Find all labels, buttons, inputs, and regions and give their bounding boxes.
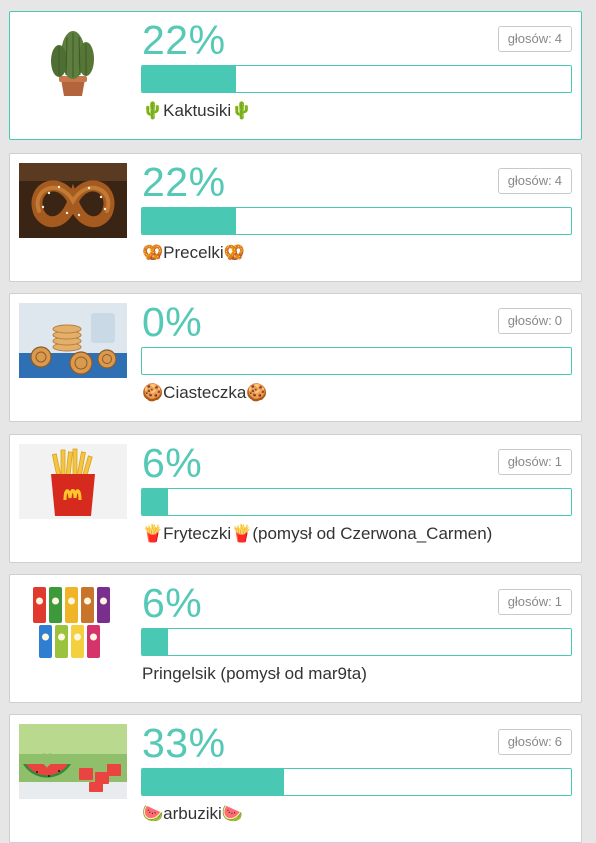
vote-percent: 0% xyxy=(142,299,203,345)
poll-option-card[interactable]: 6% głosów: 1 🍟Fryteczki🍟(pomysł od Czerwo… xyxy=(9,434,582,563)
pringles-image xyxy=(19,584,127,659)
option-label: 🌵Kaktusiki🌵 xyxy=(142,101,253,120)
watermelon-image xyxy=(19,724,127,799)
votes-count: 0 xyxy=(554,313,562,328)
progress-bar xyxy=(141,347,572,375)
votes-count-badge: głosów: 1 xyxy=(497,449,572,475)
votes-count: 6 xyxy=(554,734,562,749)
votes-label: głosów: xyxy=(507,594,552,609)
progress-bar xyxy=(141,768,572,796)
vote-percent: 6% xyxy=(142,440,203,486)
option-label: Pringelsik (pomysł od mar9ta) xyxy=(142,664,367,683)
option-label: 🥨Precelki🥨 xyxy=(142,243,245,262)
cactus-image xyxy=(19,21,127,96)
progress-bar xyxy=(141,65,572,93)
votes-count: 1 xyxy=(554,454,562,469)
votes-label: głosów: xyxy=(507,454,552,469)
progress-bar xyxy=(141,207,572,235)
votes-count-badge: głosów: 6 xyxy=(497,729,572,755)
poll-option-card[interactable]: 22% głosów: 4 🌵Kaktusiki🌵 xyxy=(9,11,582,140)
progress-bar xyxy=(141,488,572,516)
votes-label: głosów: xyxy=(507,734,552,749)
cookies-image xyxy=(19,303,127,378)
progress-bar-fill xyxy=(142,489,168,515)
progress-bar-fill xyxy=(142,208,237,234)
option-label: 🍟Fryteczki🍟(pomysł od Czerwona_Carmen) xyxy=(142,524,493,543)
votes-label: głosów: xyxy=(507,31,552,46)
votes-count: 4 xyxy=(554,173,562,188)
pretzel-image xyxy=(19,163,127,238)
progress-bar-fill xyxy=(142,629,168,655)
progress-bar-fill xyxy=(142,769,284,795)
votes-count-badge: głosów: 1 xyxy=(497,589,572,615)
votes-count-badge: głosów: 4 xyxy=(497,26,572,52)
option-label: 🍉arbuziki🍉 xyxy=(142,804,243,823)
poll-option-card[interactable]: 22% głosów: 4 🥨Precelki🥨 xyxy=(9,153,582,282)
votes-count-badge: głosów: 4 xyxy=(497,168,572,194)
votes-count: 1 xyxy=(554,594,562,609)
poll-option-card[interactable]: 6% głosów: 1 Pringelsik (pomysł od mar9ta… xyxy=(9,574,582,703)
progress-bar-fill xyxy=(142,66,237,92)
vote-percent: 6% xyxy=(142,580,203,626)
progress-bar xyxy=(141,628,572,656)
vote-percent: 22% xyxy=(142,17,226,63)
vote-percent: 33% xyxy=(142,720,226,766)
option-label: 🍪Ciasteczka🍪 xyxy=(142,383,268,402)
votes-label: głosów: xyxy=(507,173,552,188)
fries-image xyxy=(19,444,127,519)
poll-option-card[interactable]: 0% głosów: 0 🍪Ciasteczka🍪 xyxy=(9,293,582,422)
votes-count: 4 xyxy=(554,31,562,46)
poll-option-card[interactable]: 33% głosów: 6 🍉arbuziki🍉 xyxy=(9,714,582,843)
votes-count-badge: głosów: 0 xyxy=(497,308,572,334)
votes-label: głosów: xyxy=(507,313,552,328)
vote-percent: 22% xyxy=(142,159,226,205)
